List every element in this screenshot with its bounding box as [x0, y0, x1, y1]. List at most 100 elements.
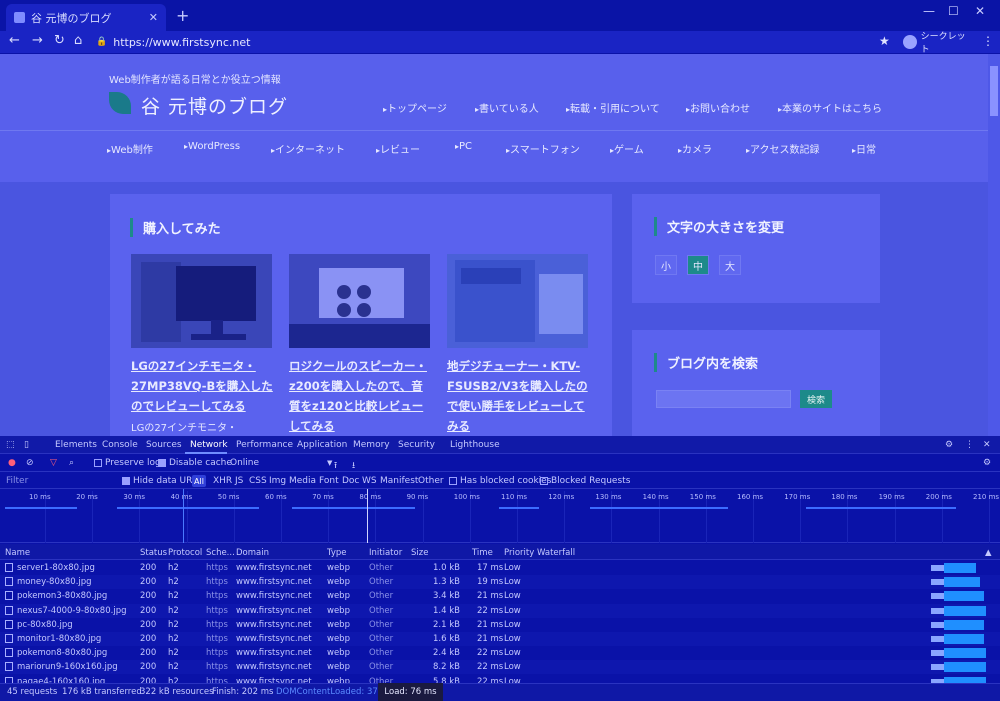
filter-js[interactable]: JS — [235, 476, 243, 486]
post-title-link[interactable]: ロジクールのスピーカー・z200を購入したので、音質をz120と比較レビューして… — [289, 356, 433, 436]
browser-tab[interactable]: 谷 元博のブログ ✕ — [6, 4, 166, 31]
filter-css[interactable]: CSS — [249, 476, 267, 486]
export-har-icon[interactable]: ⭳ — [352, 458, 355, 474]
filter-img[interactable]: Img — [269, 476, 286, 486]
bookmark-star-icon[interactable]: ★ — [879, 34, 890, 48]
col-status[interactable]: Status — [140, 548, 167, 558]
tab-performance[interactable]: Performance — [236, 440, 293, 450]
tab-console[interactable]: Console — [102, 440, 138, 450]
table-row[interactable]: pokemon3-80x80.jpg 200 h2 https www.firstsyn… — [0, 589, 1000, 603]
table-row[interactable]: monitor1-80x80.jpg 200 h2 https www.firstsyn… — [0, 632, 1000, 646]
sort-up-icon[interactable]: ▲ — [985, 548, 992, 558]
table-row[interactable]: pc-80x80.jpg 200 h2 https www.firstsync.net w… — [0, 618, 1000, 632]
nav-author[interactable]: 書いている人 — [475, 100, 539, 115]
url-field[interactable]: 🔒 https://www.firstsync.net — [96, 34, 896, 50]
post-thumbnail-speaker[interactable] — [289, 254, 430, 348]
table-row[interactable]: pokemon8-80x80.jpg 200 h2 https www.firstsyn… — [0, 646, 1000, 660]
font-large-button[interactable]: 大 — [719, 255, 741, 275]
record-icon[interactable]: ● — [8, 458, 16, 468]
tab-elements[interactable]: Elements — [55, 440, 97, 450]
font-medium-button[interactable]: 中 — [687, 255, 709, 275]
close-tab-icon[interactable]: ✕ — [149, 11, 158, 24]
post-title-link[interactable]: LGの27インチモニタ・27MP38VQ-Bを購入したのでレビューしてみる — [131, 356, 275, 416]
page-scrollbar-thumb[interactable] — [990, 66, 998, 116]
font-small-button[interactable]: 小 — [655, 255, 677, 275]
category-game[interactable]: ゲーム — [610, 141, 644, 156]
tab-network[interactable]: Network — [190, 440, 228, 450]
table-row[interactable]: server1-80x80.jpg 200 h2 https www.firstsync… — [0, 561, 1000, 575]
browser-menu-icon[interactable]: ⋮ — [982, 34, 994, 48]
maximize-icon[interactable]: ☐ — [948, 4, 959, 18]
nav-top-page[interactable]: トップページ — [383, 100, 447, 115]
network-settings-icon[interactable]: ⚙ — [983, 458, 991, 468]
category-internet[interactable]: インターネット — [271, 141, 345, 156]
blog-title[interactable]: 谷 元博のブログ — [141, 92, 288, 119]
close-window-icon[interactable]: ✕ — [975, 4, 985, 18]
preserve-log-checkbox[interactable]: Preserve log — [94, 458, 161, 468]
post-title-link[interactable]: 地デジチューナー・KTV-FSUSB2/V3を購入したので使い勝手をレビューして… — [447, 356, 591, 436]
tab-security[interactable]: Security — [398, 440, 435, 450]
post-thumbnail-monitor[interactable] — [131, 254, 272, 348]
category-wordpress[interactable]: WordPress — [184, 141, 240, 152]
col-initiator[interactable]: Initiator — [369, 548, 402, 558]
blocked-cookies-checkbox[interactable]: Has blocked cookies — [449, 476, 551, 486]
category-smartphone[interactable]: スマートフォン — [506, 141, 580, 156]
minimize-icon[interactable]: — — [923, 4, 935, 18]
category-daily[interactable]: 日常 — [852, 141, 876, 156]
col-name[interactable]: Name — [5, 548, 30, 558]
settings-gear-icon[interactable]: ⚙ — [945, 440, 953, 450]
category-access[interactable]: アクセス数記録 — [746, 141, 820, 156]
col-priority[interactable]: Priority — [504, 548, 534, 558]
table-row[interactable]: mariorun9-160x160.jpg 200 h2 https www.first… — [0, 660, 1000, 675]
nav-main-site[interactable]: 本業のサイトはこちら — [778, 100, 882, 115]
tab-memory[interactable]: Memory — [353, 440, 390, 450]
more-options-icon[interactable]: ⋮ — [965, 440, 974, 450]
filter-manifest[interactable]: Manifest — [380, 476, 418, 486]
filter-input[interactable]: Filter — [6, 476, 28, 486]
home-icon[interactable]: ⌂ — [74, 33, 82, 48]
col-protocol[interactable]: Protocol — [168, 548, 202, 558]
throttle-select[interactable]: Online ▼ — [230, 458, 332, 468]
col-type[interactable]: Type — [327, 548, 347, 558]
tab-application[interactable]: Application — [297, 440, 347, 450]
incognito-indicator[interactable]: シークレット — [903, 32, 973, 55]
nav-reprint[interactable]: 転載・引用について — [566, 100, 660, 115]
new-tab-icon[interactable]: + — [176, 6, 189, 25]
hide-data-urls-checkbox[interactable]: Hide data URLs — [122, 476, 202, 486]
post-thumbnail-tuner[interactable] — [447, 254, 588, 348]
search-icon[interactable]: ⌕ — [69, 458, 74, 468]
col-waterfall[interactable]: Waterfall — [537, 548, 575, 558]
device-toggle-icon[interactable]: ▯ — [24, 440, 29, 450]
blocked-requests-checkbox[interactable]: Blocked Requests — [540, 476, 630, 486]
filter-ws[interactable]: WS — [362, 476, 377, 486]
search-input[interactable] — [656, 390, 791, 408]
forward-icon[interactable]: → — [32, 33, 43, 48]
category-pc[interactable]: PC — [455, 141, 472, 152]
disable-cache-checkbox[interactable]: Disable cache — [158, 458, 232, 468]
tab-lighthouse[interactable]: Lighthouse — [450, 440, 500, 450]
filter-font[interactable]: Font — [319, 476, 339, 486]
back-icon[interactable]: ← — [9, 33, 20, 48]
col-scheme[interactable]: Sche... — [206, 548, 235, 558]
tab-sources[interactable]: Sources — [146, 440, 182, 450]
filter-xhr[interactable]: XHR — [213, 476, 232, 486]
import-har-icon[interactable]: ⭱ — [334, 458, 337, 474]
filter-doc[interactable]: Doc — [342, 476, 359, 486]
table-row[interactable]: money-80x80.jpg 200 h2 https www.firstsync.n… — [0, 575, 1000, 590]
clear-icon[interactable]: ⊘ — [26, 458, 34, 468]
col-domain[interactable]: Domain — [236, 548, 269, 558]
reload-icon[interactable]: ↻ — [54, 33, 65, 48]
col-time[interactable]: Time — [472, 548, 493, 558]
category-web[interactable]: Web制作 — [107, 141, 153, 156]
filter-media[interactable]: Media — [289, 476, 316, 486]
inspect-icon[interactable]: ⬚ — [6, 440, 15, 450]
nav-contact[interactable]: お問い合わせ — [686, 100, 750, 115]
filter-all[interactable]: All — [192, 475, 206, 487]
filter-other[interactable]: Other — [418, 476, 444, 486]
close-devtools-icon[interactable]: ✕ — [983, 440, 991, 450]
search-button[interactable]: 検索 — [800, 390, 832, 408]
filter-funnel-icon[interactable]: ▽ — [50, 458, 57, 468]
table-row[interactable]: nexus7-4000-9-80x80.jpg 200 h2 https www.fir… — [0, 603, 1000, 618]
category-review[interactable]: レビュー — [376, 141, 420, 156]
category-camera[interactable]: カメラ — [678, 141, 712, 156]
